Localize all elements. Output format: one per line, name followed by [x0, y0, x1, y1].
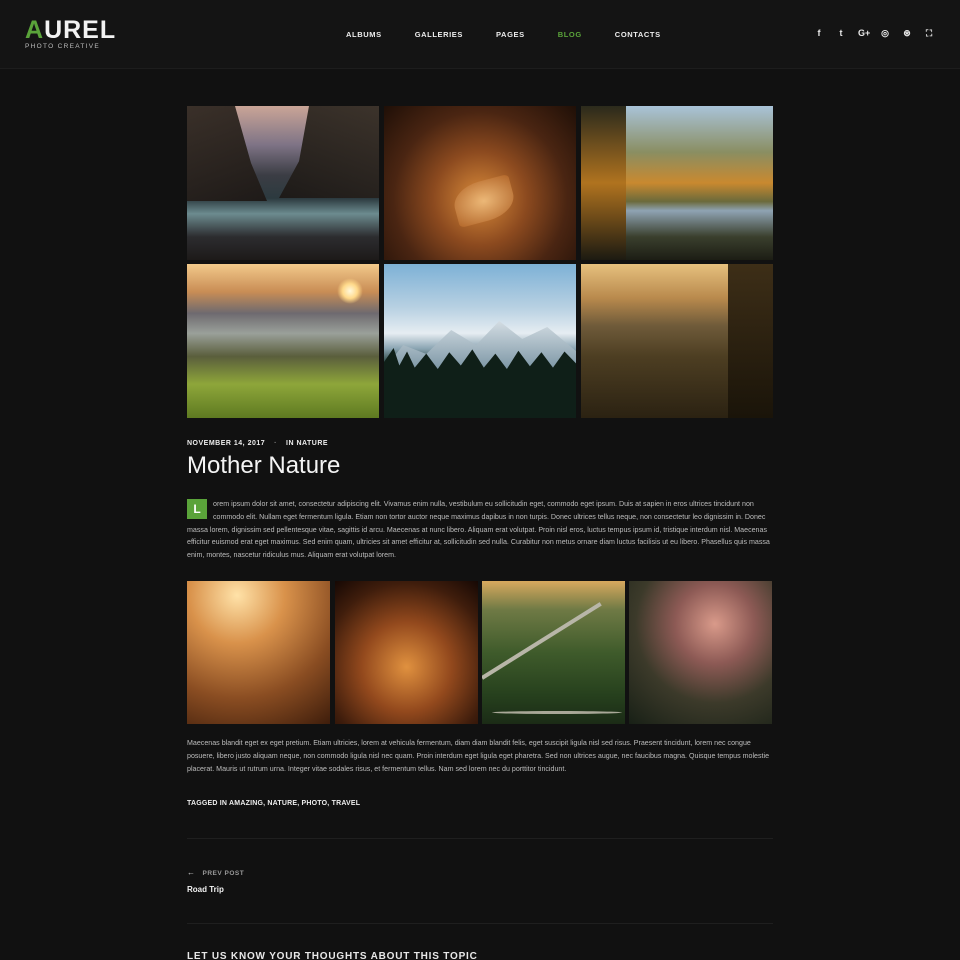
post-paragraph-1: Lorem ipsum dolor sit amet, consectetur … — [187, 498, 773, 562]
site-header: AUREL PHOTO CREATIVE ALBUMS GALLERIES PA… — [0, 0, 960, 69]
post-date[interactable]: NOVEMBER 14, 2017 — [187, 440, 265, 447]
photo-coast[interactable] — [187, 106, 379, 260]
post-tags[interactable]: TAGGED IN AMAZING, NATURE, PHOTO, TRAVEL — [187, 800, 360, 807]
divider — [187, 838, 773, 839]
post-paragraph-2: Maecenas blandit eget ex eget pretium. E… — [187, 739, 770, 773]
photo-forest-lake[interactable] — [581, 106, 773, 260]
photo-autumn-leaves[interactable] — [384, 106, 576, 260]
photo-snowy-mountains[interactable] — [384, 264, 576, 418]
paragraph-1-text: orem ipsum dolor sit amet, consectetur a… — [187, 500, 770, 560]
nav-item-blog[interactable]: BLOG — [558, 30, 582, 39]
post-category[interactable]: IN NATURE — [286, 440, 328, 447]
prev-post-label: PREV POST — [202, 870, 245, 877]
dropcap: L — [187, 499, 207, 519]
prev-post-link[interactable]: ← PREV POST — [187, 868, 244, 877]
post-meta: NOVEMBER 14, 2017 · IN NATURE — [187, 440, 328, 447]
photo-mushrooms[interactable] — [629, 581, 772, 724]
photo-golden-hills[interactable] — [581, 264, 773, 418]
facebook-icon[interactable]: f — [814, 28, 824, 39]
nav-item-contacts[interactable]: CONTACTS — [615, 30, 661, 39]
meta-separator: · — [274, 440, 277, 447]
photo-leaves-closeup[interactable] — [335, 581, 478, 724]
post-title: Mother Nature — [187, 452, 341, 479]
nav-item-pages[interactable]: PAGES — [496, 30, 525, 39]
google-plus-icon[interactable]: G+ — [858, 28, 870, 39]
logo-wordmark: AUREL — [25, 16, 117, 44]
arrow-left-icon: ← — [187, 868, 196, 877]
prev-post-title[interactable]: Road Trip — [187, 885, 224, 894]
nav-item-galleries[interactable]: GALLERIES — [415, 30, 463, 39]
photo-aerial-roads[interactable] — [482, 581, 625, 724]
main-nav: ALBUMS GALLERIES PAGES BLOG CONTACTS — [346, 30, 694, 39]
comments-heading: LET US KNOW YOUR THOUGHTS ABOUT THIS TOP… — [187, 951, 478, 960]
nav-item-albums[interactable]: ALBUMS — [346, 30, 382, 39]
social-links: f t G+ ◎ ⊛ ⛶ — [814, 28, 934, 39]
site-logo[interactable]: AUREL PHOTO CREATIVE — [25, 16, 117, 51]
fullscreen-icon[interactable]: ⛶ — [924, 28, 934, 39]
photo-wheat-field[interactable] — [187, 581, 330, 724]
pinterest-icon[interactable]: ⊛ — [902, 28, 912, 39]
divider — [187, 923, 773, 924]
photo-misty-valley[interactable] — [187, 264, 379, 418]
instagram-icon[interactable]: ◎ — [880, 28, 890, 39]
logo-tagline: PHOTO CREATIVE — [25, 43, 101, 50]
twitter-icon[interactable]: t — [836, 28, 846, 39]
